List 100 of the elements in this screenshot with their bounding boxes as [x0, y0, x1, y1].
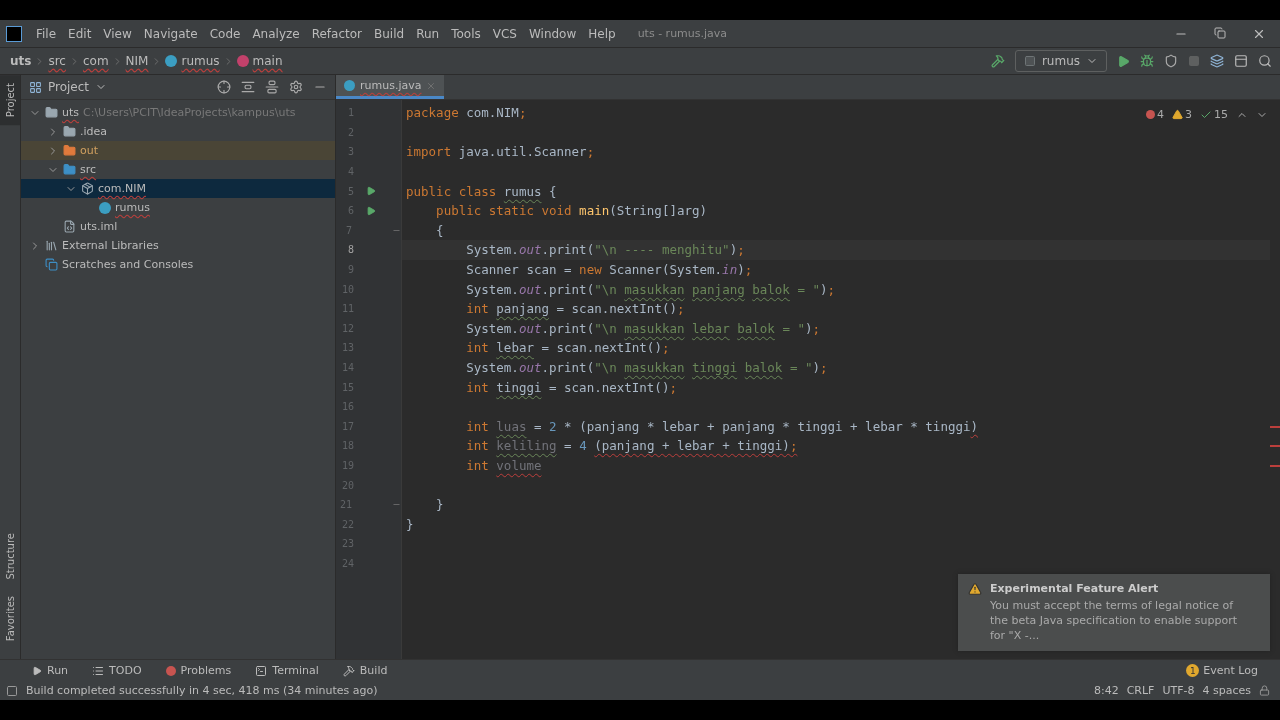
code-line: System.out.print("\n masukkan panjang balok = ");	[465, 281, 836, 297]
breadcrumb[interactable]: uts	[10, 54, 32, 68]
tool-window-button[interactable]: TODO	[88, 664, 146, 677]
tree-item-label: com.NIM	[98, 182, 146, 195]
error-icon	[1146, 110, 1155, 119]
search-icon[interactable]	[1258, 54, 1272, 68]
tool-window-tab[interactable]: Project	[0, 75, 20, 126]
status-item[interactable]: UTF-8	[1162, 684, 1195, 697]
lock-icon[interactable]	[1259, 685, 1270, 696]
hammer-icon	[342, 664, 355, 677]
breadcrumb[interactable]: NIM	[125, 54, 149, 68]
menu-item[interactable]: Window	[522, 26, 583, 41]
method-icon	[236, 55, 249, 67]
menu-item[interactable]: VCS	[486, 26, 523, 41]
tool-window-button[interactable]: Run	[28, 664, 73, 677]
breadcrumb[interactable]: rumus	[165, 54, 220, 68]
breadcrumb[interactable]: com	[82, 54, 109, 68]
status-item[interactable]: 8:42	[1093, 684, 1119, 697]
code-line: import java.util.Scanner;	[406, 144, 595, 160]
tree-item[interactable]: External Libraries	[21, 236, 335, 255]
notification-title: Experimental Feature Alert	[990, 582, 1160, 595]
code-line: int panjang = scan.nextInt();	[465, 301, 685, 317]
tool-window-tab[interactable]: Favorites	[0, 587, 20, 649]
panel-title[interactable]: Project	[48, 80, 90, 94]
menu-item[interactable]: File	[30, 26, 63, 41]
breadcrumb[interactable]: src	[48, 54, 66, 68]
collapse-all-icon[interactable]	[265, 80, 279, 94]
play-icon	[32, 665, 42, 676]
app-logo-icon	[6, 25, 22, 42]
hammer-icon[interactable]	[990, 54, 1005, 68]
editor-tab[interactable]: rumus.java	[336, 75, 445, 99]
package-icon	[81, 182, 94, 195]
menu-item[interactable]: Analyze	[246, 26, 306, 41]
notification-badge: 1	[1186, 664, 1200, 677]
menu-item[interactable]: Edit	[62, 26, 98, 41]
expand-all-icon[interactable]	[241, 80, 255, 94]
tree-item[interactable]: .idea	[21, 122, 335, 141]
tool-window-button[interactable]: Problems	[161, 664, 236, 677]
menu-item[interactable]: View	[97, 26, 138, 41]
code-line: public class rumus {	[406, 183, 557, 199]
error-stripe-mark[interactable]	[1270, 464, 1280, 467]
tool-window-tab[interactable]: Structure	[0, 525, 20, 588]
menu-item[interactable]: Run	[410, 26, 446, 41]
run-configuration-dropdown[interactable]: rumus	[1014, 50, 1107, 72]
run-icon[interactable]	[1117, 54, 1130, 68]
tree-item[interactable]: com.NIM	[21, 179, 335, 198]
code-line: int tinggi = scan.nextInt();	[465, 379, 677, 395]
bug-icon[interactable]	[1140, 54, 1154, 68]
tool-window-button[interactable]: Terminal	[251, 664, 323, 677]
warning-icon	[968, 582, 982, 596]
error-stripe-mark[interactable]	[1270, 425, 1280, 428]
menu-item[interactable]: Help	[582, 26, 622, 41]
inspection-count[interactable]: 4	[1146, 108, 1164, 121]
panel-toggle-icon[interactable]	[6, 684, 18, 697]
code-line: Scanner scan = new Scanner(System.in);	[465, 262, 753, 278]
menu-item[interactable]: Navigate	[137, 26, 204, 41]
menu-item[interactable]: Tools	[445, 26, 487, 41]
code-line: System.out.print("\n masukkan lebar balok = ");	[465, 320, 820, 336]
tree-item-label: out	[80, 144, 98, 157]
breadcrumb[interactable]: main	[236, 54, 283, 68]
run-icon[interactable]	[366, 186, 376, 197]
tree-item-label: Scratches and Consoles	[62, 258, 194, 271]
class-icon	[99, 201, 111, 214]
file-icon	[63, 220, 76, 233]
restore-icon[interactable]	[1214, 26, 1226, 39]
code-line: }	[406, 516, 414, 532]
run-icon[interactable]	[366, 205, 376, 216]
window-icon[interactable]	[1234, 54, 1248, 68]
code-line: int lebar = scan.nextInt();	[465, 340, 670, 356]
warning-icon	[1172, 109, 1183, 120]
tree-item[interactable]: uts C:\Users\PCIT\IdeaProjects\kampus\uts	[21, 103, 335, 122]
tree-item[interactable]: out	[21, 141, 335, 160]
status-message: Build completed successfully in 4 sec, 418 ms (34 minutes ago)	[26, 684, 378, 697]
tree-item[interactable]: uts.iml	[21, 217, 335, 236]
tree-item[interactable]: src	[21, 160, 335, 179]
tool-window-button[interactable]: Build	[338, 664, 392, 677]
status-item[interactable]: CRLF	[1126, 684, 1155, 697]
tree-item-label: src	[80, 163, 97, 176]
tree-item[interactable]: rumus	[21, 198, 335, 217]
settings-icon[interactable]	[289, 80, 303, 94]
inspection-count[interactable]: 3	[1172, 108, 1192, 121]
list-icon	[92, 664, 105, 677]
tree-item-label: .idea	[80, 125, 108, 138]
menu-item[interactable]: Refactor	[305, 26, 369, 41]
inspection-count[interactable]: 15	[1200, 108, 1228, 121]
folder-icon	[45, 106, 58, 119]
menu-item[interactable]: Code	[203, 26, 247, 41]
scratches-icon	[45, 258, 58, 271]
locate-icon[interactable]	[217, 80, 231, 94]
event-log-button[interactable]: 1 Event Log	[1180, 663, 1264, 678]
coverage-icon[interactable]	[1164, 54, 1178, 68]
line-number: 8	[346, 244, 354, 256]
error-icon	[165, 665, 176, 676]
menu-item[interactable]: Build	[368, 26, 411, 41]
tree-item-label: External Libraries	[62, 239, 159, 252]
config-icon	[1023, 55, 1036, 67]
status-item[interactable]: 4 spaces	[1202, 684, 1251, 697]
notification-text: You must accept the terms of legal notice of the beta Java specification to enable support for "X -...	[990, 598, 1238, 643]
error-stripe-mark[interactable]	[1270, 445, 1280, 448]
tree-item[interactable]: Scratches and Consoles	[21, 255, 335, 274]
